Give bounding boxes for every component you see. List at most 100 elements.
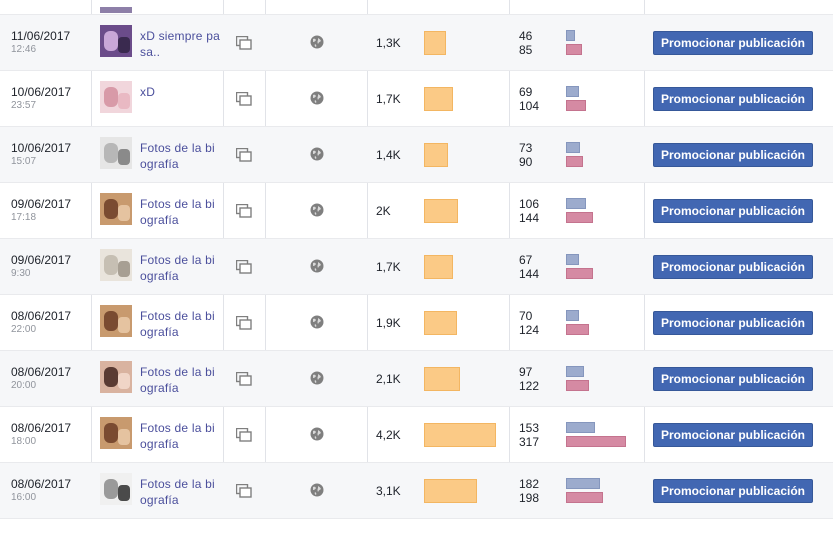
table-row [0, 0, 833, 15]
table-row: 10/06/2017 23:57 xD 1,7K 69 104 Promocionar pu… [0, 71, 833, 127]
promote-post-button[interactable]: Promocionar publicación [653, 479, 813, 503]
promote-post-button[interactable]: Promocionar publicación [653, 311, 813, 335]
engagement-bottom-value: 144 [519, 211, 540, 225]
globe-icon [310, 147, 324, 161]
engagement-bottom-bar [566, 44, 582, 55]
engagement-bottom-bar [566, 436, 626, 447]
copy-icon [236, 36, 252, 50]
post-title-link[interactable]: xD siempre pasa.. [140, 28, 220, 60]
post-thumbnail[interactable] [100, 81, 132, 113]
reach-bar [424, 367, 460, 391]
promote-post-button[interactable]: Promocionar publicación [653, 87, 813, 111]
promote-post-button[interactable]: Promocionar publicación [653, 31, 813, 55]
post-title-link[interactable]: Fotos de la biografía [140, 476, 220, 508]
post-title-link[interactable]: Fotos de la biografía [140, 252, 220, 284]
promote-post-button[interactable]: Promocionar publicación [653, 199, 813, 223]
engagement-top-value: 106 [519, 197, 540, 211]
post-title-link[interactable]: Fotos de la biografía [140, 196, 220, 228]
post-thumbnail[interactable] [100, 25, 132, 57]
post-thumbnail[interactable] [100, 249, 132, 281]
post-time: 16:00 [11, 492, 37, 503]
reach-bar [424, 311, 457, 335]
reach-value: 4,2K [376, 428, 401, 442]
post-thumbnail[interactable] [100, 361, 132, 393]
engagement-bottom-bar [566, 156, 583, 167]
engagement-bottom-value: 144 [519, 267, 540, 281]
reach-bar [424, 423, 496, 447]
engagement-top-bar [566, 86, 579, 97]
globe-icon [310, 35, 324, 49]
engagement-bottom-bar [566, 380, 589, 391]
table-row: 09/06/2017 17:18 Fotos de la biografía 2K 10… [0, 183, 833, 239]
engagement-bottom-value: 124 [519, 323, 540, 337]
engagement-top-bar [566, 30, 575, 41]
post-title-link[interactable]: Fotos de la biografía [140, 308, 220, 340]
reach-bar [424, 479, 477, 503]
copy-icon [236, 204, 252, 218]
table-row: 08/06/2017 22:00 Fotos de la biografía 1,9K… [0, 295, 833, 351]
reach-value: 1,4K [376, 148, 401, 162]
reach-value: 2K [376, 204, 391, 218]
reach-value: 1,3K [376, 36, 401, 50]
engagement-top-bar [566, 478, 600, 489]
posts-table: 11/06/2017 12:46 xD siempre pasa.. 1,3K 46 85… [0, 0, 833, 519]
globe-icon [310, 427, 324, 441]
engagement-top-bar [566, 254, 579, 265]
reach-bar [424, 199, 458, 223]
post-title-link[interactable]: Fotos de la biografía [140, 364, 220, 396]
reach-value: 1,9K [376, 316, 401, 330]
table-row: 08/06/2017 18:00 Fotos de la biografía 4,2K… [0, 407, 833, 463]
engagement-bottom-bar [566, 100, 586, 111]
promote-post-button[interactable]: Promocionar publicación [653, 367, 813, 391]
post-thumbnail[interactable] [100, 473, 132, 505]
post-thumbnail[interactable] [100, 193, 132, 225]
reach-bar [424, 31, 446, 55]
post-thumbnail[interactable] [100, 305, 132, 337]
globe-icon [310, 203, 324, 217]
engagement-bottom-value: 122 [519, 379, 540, 393]
promote-post-button[interactable]: Promocionar publicación [653, 143, 813, 167]
copy-icon [236, 260, 252, 274]
post-thumbnail[interactable] [100, 137, 132, 169]
engagement-bottom-bar [566, 492, 603, 503]
globe-icon [310, 315, 324, 329]
reach-bar [424, 87, 453, 111]
table-row: 10/06/2017 15:07 Fotos de la biografía 1,4K… [0, 127, 833, 183]
copy-icon [236, 92, 252, 106]
engagement-top-value: 73 [519, 141, 533, 155]
post-title-link[interactable]: Fotos de la biografía [140, 420, 220, 452]
post-title-link[interactable]: xD [140, 84, 220, 100]
engagement-bottom-value: 104 [519, 99, 540, 113]
engagement-top-value: 67 [519, 253, 533, 267]
copy-icon [236, 316, 252, 330]
engagement-bottom-bar [566, 324, 589, 335]
table-row: 08/06/2017 16:00 Fotos de la biografía 3,1K… [0, 463, 833, 519]
table-row: 08/06/2017 20:00 Fotos de la biografía 2,1K… [0, 351, 833, 407]
reach-value: 1,7K [376, 260, 401, 274]
engagement-bottom-value: 317 [519, 435, 540, 449]
promote-post-button[interactable]: Promocionar publicación [653, 255, 813, 279]
post-thumbnail[interactable] [100, 417, 132, 449]
engagement-top-bar [566, 142, 580, 153]
engagement-top-value: 70 [519, 309, 533, 323]
reach-value: 2,1K [376, 372, 401, 386]
reach-bar [424, 255, 453, 279]
post-thumbnail[interactable] [100, 7, 132, 13]
engagement-bottom-bar [566, 212, 593, 223]
globe-icon [310, 91, 324, 105]
promote-post-button[interactable]: Promocionar publicación [653, 423, 813, 447]
engagement-top-value: 97 [519, 365, 533, 379]
reach-value: 3,1K [376, 484, 401, 498]
engagement-bottom-value: 198 [519, 491, 540, 505]
globe-icon [310, 259, 324, 273]
engagement-top-value: 69 [519, 85, 533, 99]
engagement-top-bar [566, 366, 584, 377]
engagement-top-value: 46 [519, 29, 533, 43]
table-row: 09/06/2017 9:30 Fotos de la biografía 1,7K 6… [0, 239, 833, 295]
copy-icon [236, 428, 252, 442]
engagement-bottom-value: 90 [519, 155, 533, 169]
engagement-bottom-value: 85 [519, 43, 533, 57]
copy-icon [236, 484, 252, 498]
engagement-top-value: 153 [519, 421, 540, 435]
post-title-link[interactable]: Fotos de la biografía [140, 140, 220, 172]
